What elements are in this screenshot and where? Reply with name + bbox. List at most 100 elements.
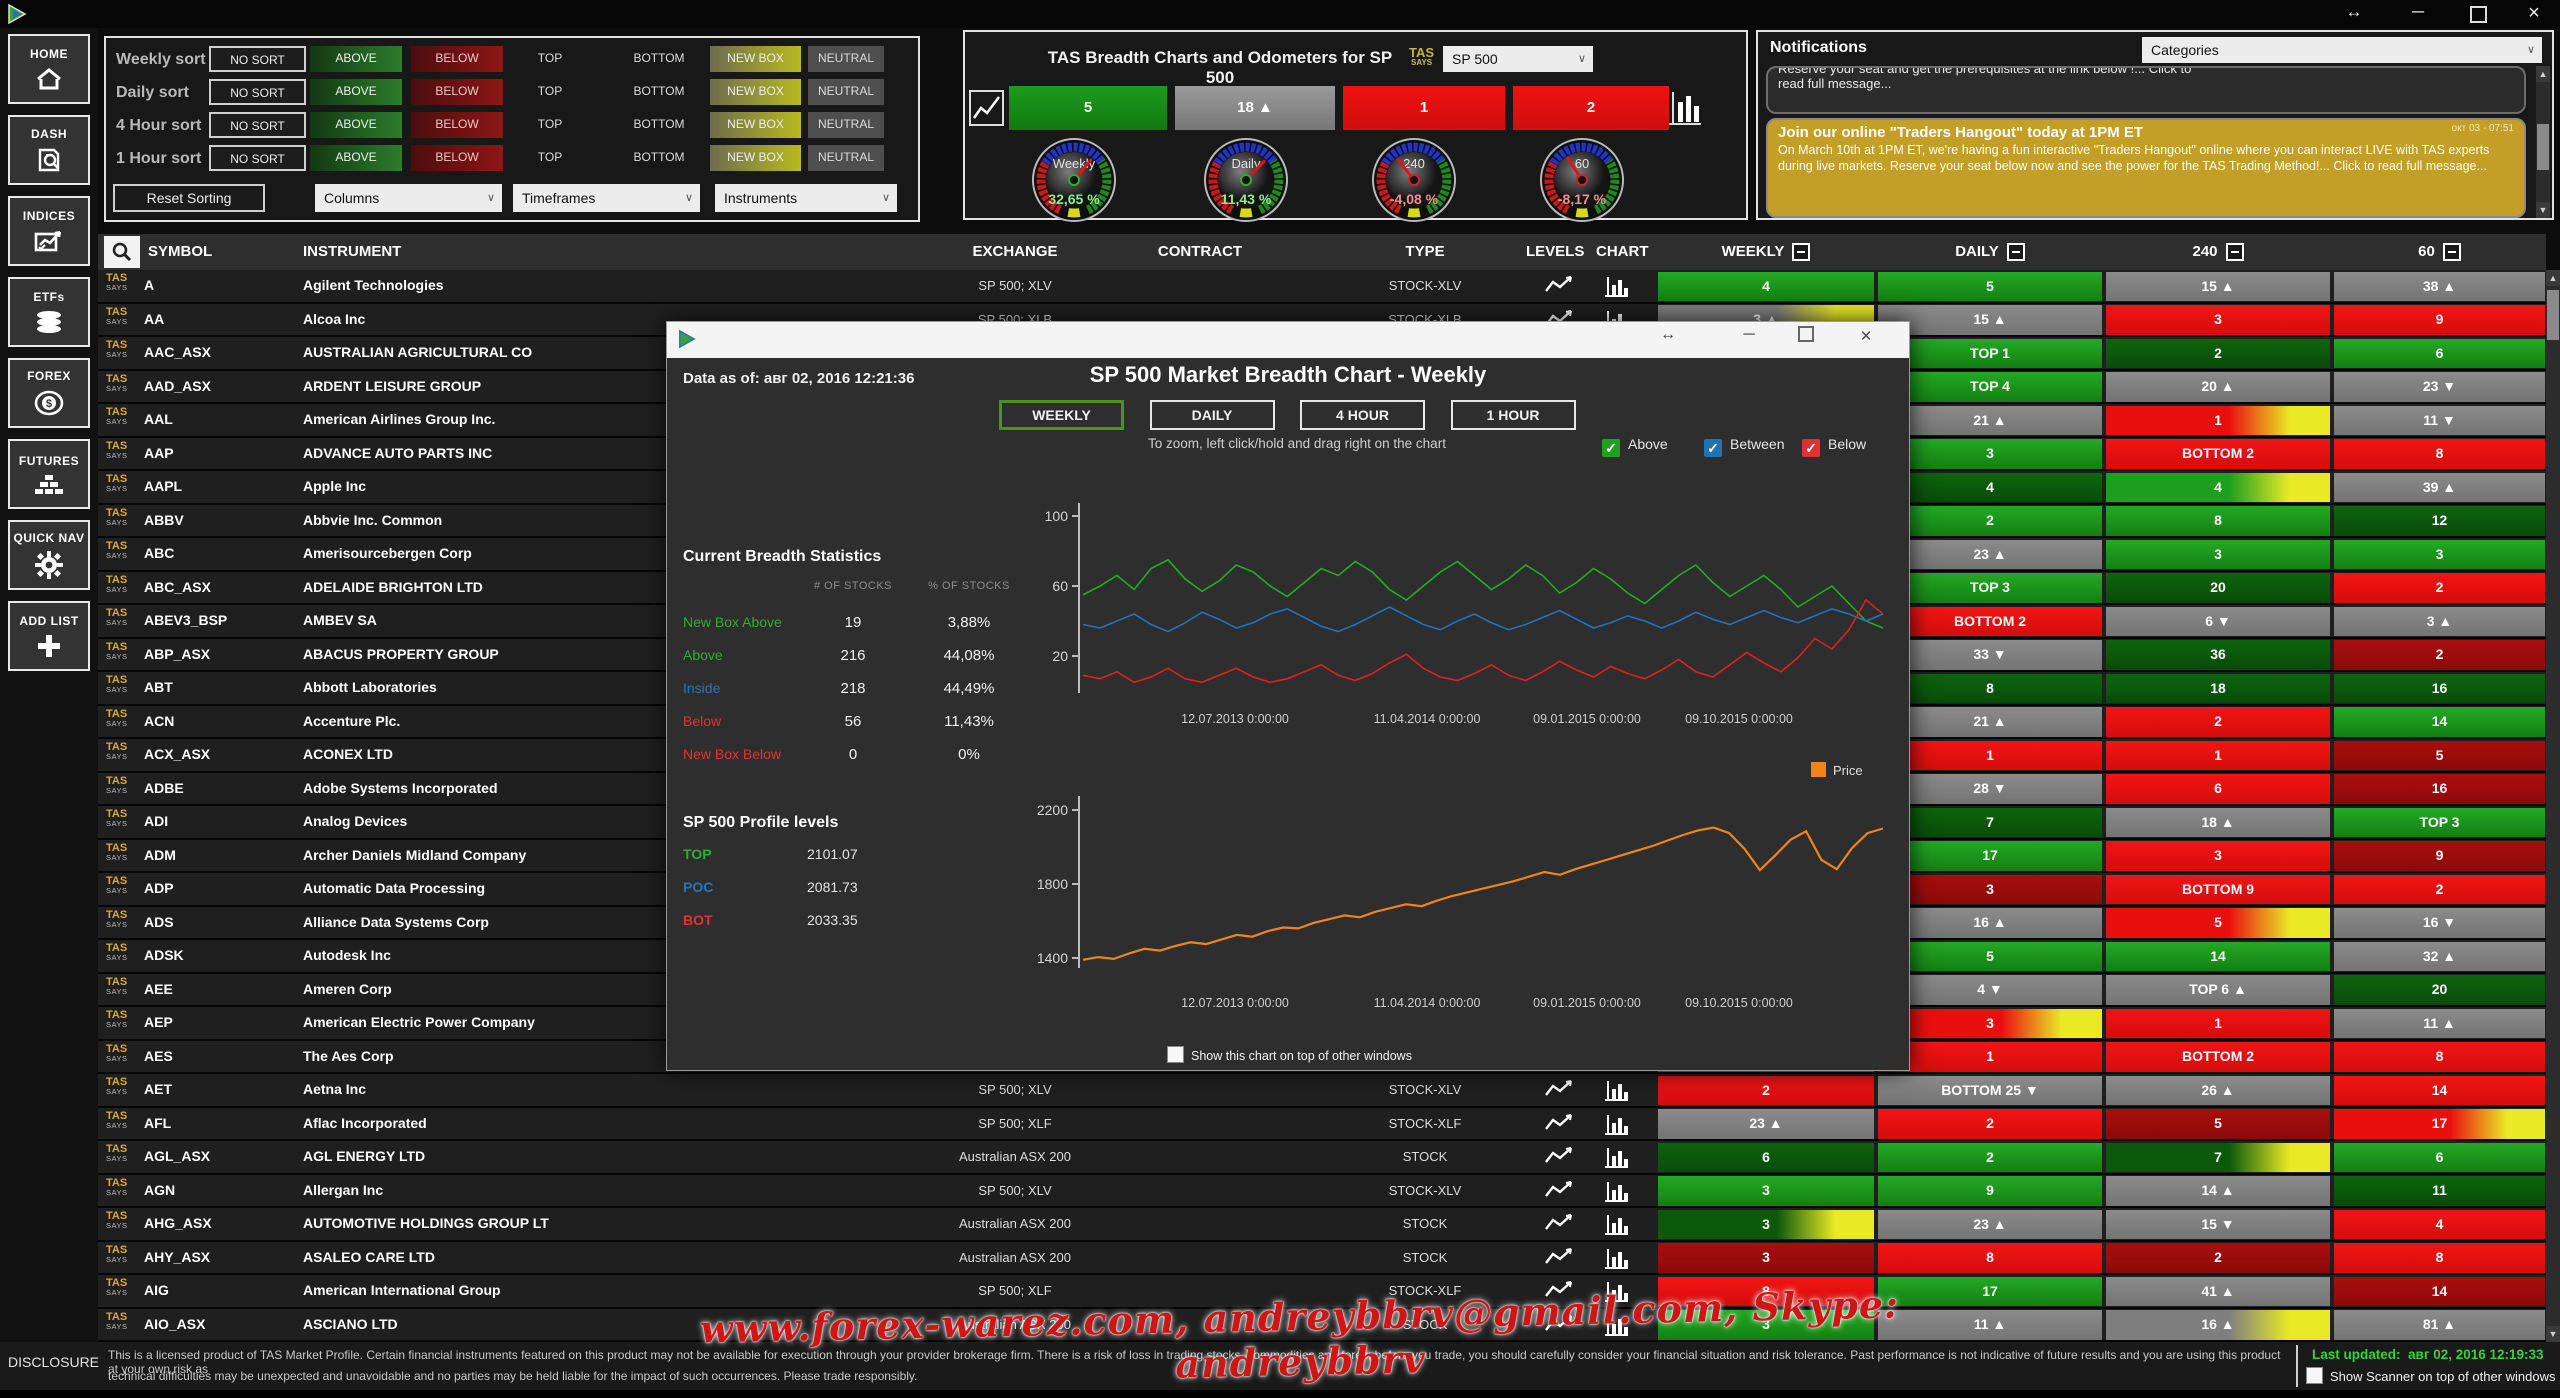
no-sort-button[interactable]: NO SORT (209, 79, 306, 105)
timeframe-button-1-hour[interactable]: 1 HOUR (1451, 400, 1576, 430)
levels-chart-icon[interactable] (1544, 1179, 1574, 1206)
sort-newbox-button[interactable]: NEW BOX (710, 145, 801, 171)
levels-chart-icon[interactable] (1544, 1078, 1574, 1105)
header-daily[interactable]: DAILY (1878, 234, 2102, 270)
checkbox-icon[interactable]: ✓ (1602, 439, 1620, 457)
filter-checkbox-between[interactable]: ✓Between (1704, 435, 1784, 455)
sort-bottom-button[interactable]: BOTTOM (627, 145, 691, 171)
sidebar-item-add-list[interactable]: ADD LIST (8, 601, 90, 671)
column-menu-icon[interactable] (2443, 243, 2461, 261)
bar-chart-icon[interactable] (1604, 1247, 1630, 1276)
bar-chart-icon[interactable] (1667, 88, 1705, 135)
price-chart[interactable]: 22001800140012.07.2013 0:00:0011.04.2014… (1011, 756, 1901, 1031)
header-levels[interactable]: LEVELS (1526, 234, 1584, 270)
table-row[interactable]: TASSAYSAHG_ASXAUTOMOTIVE HOLDINGS GROUP … (98, 1208, 2546, 1242)
search-button[interactable] (104, 236, 140, 268)
header-instrument[interactable]: INSTRUMENT (303, 234, 401, 270)
table-row[interactable]: TASSAYSAHY_ASXASALEO CARE LTDAustralian … (98, 1242, 2546, 1276)
column-menu-icon[interactable] (1792, 243, 1810, 261)
levels-chart-icon[interactable] (1544, 1145, 1574, 1172)
sort-top-button[interactable]: TOP (520, 112, 580, 138)
window-minimize-button[interactable]: ─ (2398, 2, 2438, 22)
notification-message-highlighted[interactable]: окт 03 - 07:51 Join our online "Traders … (1766, 118, 2526, 218)
sort-above-button[interactable]: ABOVE (310, 145, 402, 171)
sidebar-item-home[interactable]: HOME (8, 34, 90, 104)
line-chart-icon[interactable] (969, 88, 1005, 133)
table-row[interactable]: TASSAYSAETAetna IncSP 500; XLVSTOCK-XLV2… (98, 1074, 2546, 1108)
window-resize-button[interactable]: ↔ (2334, 2, 2374, 22)
sort-top-button[interactable]: TOP (520, 79, 580, 105)
scroll-down-icon[interactable]: ▼ (2546, 1326, 2560, 1342)
sidebar-item-futures[interactable]: FUTURES (8, 439, 90, 509)
sort-newbox-button[interactable]: NEW BOX (710, 46, 801, 72)
sort-bottom-button[interactable]: BOTTOM (627, 46, 691, 72)
disclosure-label[interactable]: DISCLOSURE (8, 1354, 99, 1370)
dialog-close-button[interactable]: × (1846, 326, 1886, 348)
header-exchange[interactable]: EXCHANGE (900, 234, 1130, 270)
checkbox-icon[interactable] (1167, 1046, 1184, 1063)
sort-below-button[interactable]: BELOW (411, 112, 503, 138)
sort-newbox-button[interactable]: NEW BOX (710, 79, 801, 105)
header-type[interactable]: TYPE (1330, 234, 1520, 270)
table-row[interactable]: TASSAYSAGL_ASXAGL ENERGY LTDAustralian A… (98, 1141, 2546, 1175)
levels-chart-icon[interactable] (1544, 1112, 1574, 1139)
scroll-up-icon[interactable]: ▲ (2536, 66, 2550, 82)
bar-chart-icon[interactable] (1604, 1213, 1630, 1242)
sort-above-button[interactable]: ABOVE (310, 112, 402, 138)
checkbox-icon[interactable]: ✓ (1704, 439, 1722, 457)
sort-neutral-button[interactable]: NEUTRAL (808, 145, 884, 171)
scroll-up-icon[interactable]: ▲ (2546, 270, 2560, 286)
table-row[interactable]: TASSAYSAGNAllergan IncSP 500; XLVSTOCK-X… (98, 1175, 2546, 1209)
sidebar-item-dash[interactable]: DASH (8, 115, 90, 185)
sort-bottom-button[interactable]: BOTTOM (627, 79, 691, 105)
dialog-minimize-button[interactable]: ─ (1729, 326, 1769, 344)
reset-sorting-button[interactable]: Reset Sorting (113, 184, 265, 212)
table-row[interactable]: TASSAYSAFLAflac IncorporatedSP 500; XLFS… (98, 1108, 2546, 1142)
sort-below-button[interactable]: BELOW (411, 79, 503, 105)
bar-chart-icon[interactable] (1604, 1113, 1630, 1142)
timeframe-button-weekly[interactable]: WEEKLY (999, 400, 1124, 430)
column-menu-icon[interactable] (2226, 243, 2244, 261)
levels-chart-icon[interactable] (1544, 1246, 1574, 1273)
filter-checkbox-below[interactable]: ✓Below (1802, 435, 1866, 455)
notifications-scrollbar[interactable]: ▲ ▼ (2536, 66, 2550, 218)
column-menu-icon[interactable] (2007, 243, 2025, 261)
sort-neutral-button[interactable]: NEUTRAL (808, 79, 884, 105)
sidebar-item-quick-nav[interactable]: QUICK NAV (8, 520, 90, 590)
header-weekly[interactable]: WEEKLY (1658, 234, 1874, 270)
chart-on-top-checkbox[interactable]: Show this chart on top of other windows (1167, 1046, 1412, 1063)
window-close-button[interactable]: × (2514, 2, 2554, 25)
breadth-chart[interactable]: 100602012.07.2013 0:00:0011.04.2014 0:00… (1011, 491, 1901, 741)
bar-chart-icon[interactable] (1604, 275, 1630, 304)
header-60[interactable]: 60 (2334, 234, 2545, 270)
no-sort-button[interactable]: NO SORT (209, 145, 306, 171)
dialog-maximize-button[interactable] (1786, 326, 1826, 347)
instruments-dropdown[interactable]: Instruments∨ (715, 184, 897, 212)
dialog-resize-button[interactable]: ↔ (1648, 326, 1688, 344)
levels-chart-icon[interactable] (1544, 1212, 1574, 1239)
header-contract[interactable]: CONTRACT (1130, 234, 1270, 270)
index-dropdown[interactable]: SP 500∨ (1443, 46, 1593, 72)
sort-newbox-button[interactable]: NEW BOX (710, 112, 801, 138)
sidebar-item-etfs[interactable]: ETFs (8, 277, 90, 347)
columns-dropdown[interactable]: Columns∨ (315, 184, 502, 212)
bar-chart-icon[interactable] (1604, 1180, 1630, 1209)
scanner-on-top-checkbox[interactable]: Show Scanner on top of other windows (2306, 1367, 2555, 1384)
header-symbol[interactable]: SYMBOL (148, 234, 212, 270)
sort-neutral-button[interactable]: NEUTRAL (808, 46, 884, 72)
sort-below-button[interactable]: BELOW (411, 46, 503, 72)
sort-above-button[interactable]: ABOVE (310, 46, 402, 72)
timeframe-button-daily[interactable]: DAILY (1150, 400, 1275, 430)
no-sort-button[interactable]: NO SORT (209, 46, 306, 72)
table-scrollbar[interactable]: ▲ ▼ (2546, 270, 2560, 1342)
header-chart[interactable]: CHART (1596, 234, 1649, 270)
categories-dropdown[interactable]: Categories∨ (2142, 37, 2542, 63)
sort-neutral-button[interactable]: NEUTRAL (808, 112, 884, 138)
window-maximize-button[interactable] (2458, 2, 2498, 28)
sidebar-item-forex[interactable]: FOREX$ (8, 358, 90, 428)
sort-bottom-button[interactable]: BOTTOM (627, 112, 691, 138)
bar-chart-icon[interactable] (1604, 1079, 1630, 1108)
table-row[interactable]: TASSAYSAAgilent TechnologiesSP 500; XLVS… (98, 270, 2546, 304)
bar-chart-icon[interactable] (1604, 1146, 1630, 1175)
scroll-down-icon[interactable]: ▼ (2536, 202, 2550, 218)
